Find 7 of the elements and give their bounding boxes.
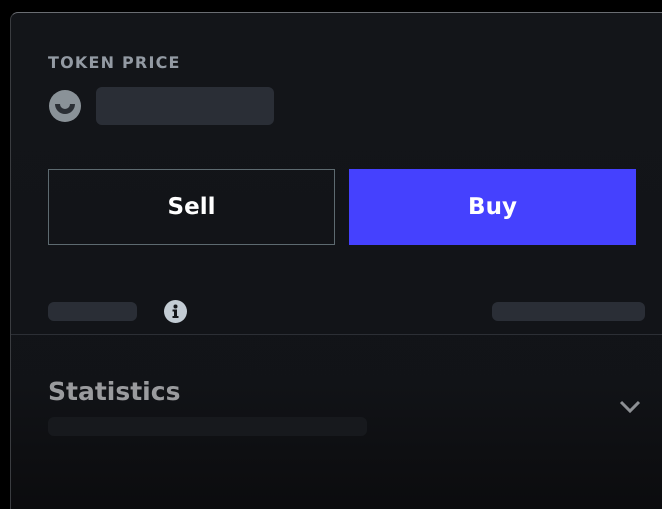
chevron-icon[interactable] xyxy=(619,400,641,414)
section-title: Statistics xyxy=(48,377,182,407)
sell-button[interactable]: Sell xyxy=(48,169,335,245)
coin-icon xyxy=(48,89,82,123)
info-icon[interactable] xyxy=(164,300,187,323)
buy-button[interactable]: Buy xyxy=(349,169,636,245)
section-label: TOKEN PRICE xyxy=(48,53,182,73)
